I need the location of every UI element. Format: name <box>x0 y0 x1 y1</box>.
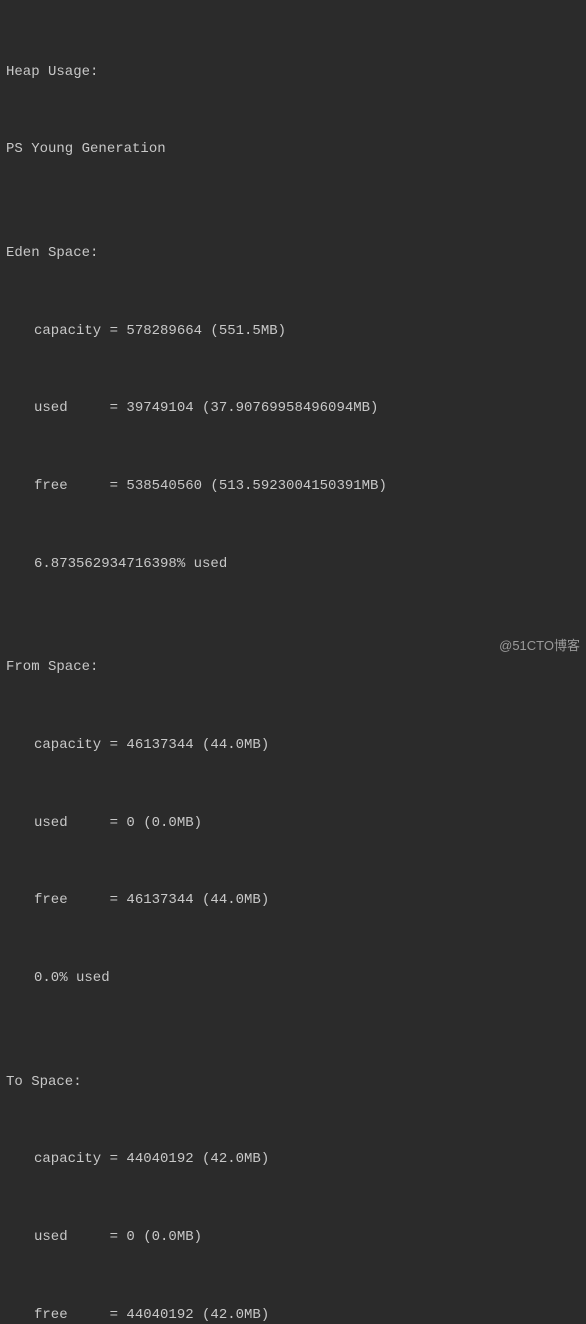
from-free: free = 46137344 (44.0MB) <box>6 888 580 914</box>
from-title: From Space: <box>6 655 580 681</box>
from-used: used = 0 (0.0MB) <box>6 811 580 837</box>
terminal-output: Heap Usage: PS Young Generation Eden Spa… <box>6 8 580 1324</box>
from-capacity: capacity = 46137344 (44.0MB) <box>6 733 580 759</box>
to-capacity: capacity = 44040192 (42.0MB) <box>6 1147 580 1173</box>
from-pct: 0.0% used <box>6 966 580 992</box>
eden-capacity: capacity = 578289664 (551.5MB) <box>6 319 580 345</box>
watermark: @51CTO博客 <box>499 634 580 658</box>
eden-free: free = 538540560 (513.5923004150391MB) <box>6 474 580 500</box>
eden-title: Eden Space: <box>6 241 580 267</box>
eden-used: used = 39749104 (37.90769958496094MB) <box>6 396 580 422</box>
to-title: To Space: <box>6 1070 580 1096</box>
ps-young-header: PS Young Generation <box>6 137 580 163</box>
eden-pct: 6.873562934716398% used <box>6 552 580 578</box>
heap-usage-header: Heap Usage: <box>6 60 580 86</box>
to-used: used = 0 (0.0MB) <box>6 1225 580 1251</box>
to-free: free = 44040192 (42.0MB) <box>6 1303 580 1324</box>
